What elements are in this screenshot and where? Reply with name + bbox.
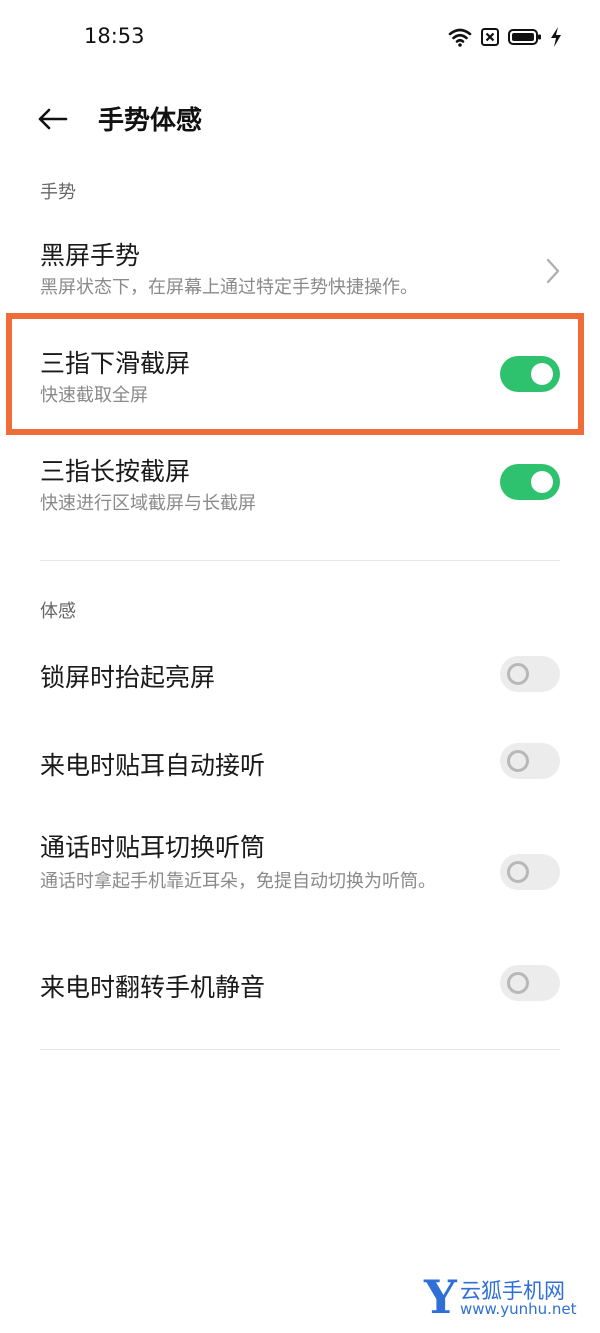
sim-off-icon bbox=[481, 28, 499, 46]
list-item-three-finger-swipe-screenshot: 三指下滑截屏 快速截取全屏 bbox=[0, 330, 600, 420]
wifi-icon bbox=[448, 28, 472, 47]
toggle-knob bbox=[531, 471, 553, 493]
toggle-flip-to-mute[interactable] bbox=[500, 965, 560, 1001]
toggle-three-finger-swipe[interactable] bbox=[500, 356, 560, 392]
row-title: 锁屏时抬起亮屏 bbox=[40, 663, 216, 692]
row-desc: 黑屏状态下，在屏幕上通过特定手势快捷操作。 bbox=[40, 277, 418, 298]
list-item-auto-answer: 来电时贴耳自动接听 bbox=[0, 726, 600, 796]
watermark-logo: Y bbox=[424, 1270, 457, 1324]
toggle-knob bbox=[507, 972, 529, 994]
toggle-knob bbox=[507, 861, 529, 883]
battery-icon bbox=[508, 29, 541, 45]
row-title: 三指长按截屏 bbox=[40, 457, 191, 486]
row-title: 来电时贴耳自动接听 bbox=[40, 751, 266, 780]
row-title: 通话时贴耳切换听筒 bbox=[40, 833, 266, 862]
divider bbox=[40, 560, 560, 561]
page-title: 手势体感 bbox=[98, 106, 203, 136]
toggle-switch-receiver[interactable] bbox=[500, 854, 560, 890]
toggle-knob bbox=[531, 363, 553, 385]
list-item-flip-to-mute: 来电时翻转手机静音 bbox=[0, 948, 600, 1018]
arrow-left-icon bbox=[38, 108, 68, 130]
divider bbox=[40, 1049, 560, 1050]
row-title: 黑屏手势 bbox=[40, 241, 141, 270]
list-item-switch-receiver: 通话时贴耳切换听筒 通话时拿起手机靠近耳朵，免提自动切换为听筒。 bbox=[0, 812, 600, 928]
toggle-three-finger-press[interactable] bbox=[500, 464, 560, 500]
section-label-gesture: 手势 bbox=[40, 182, 76, 203]
row-desc: 快速截取全屏 bbox=[40, 385, 148, 406]
row-desc: 通话时拿起手机靠近耳朵，免提自动切换为听筒。 bbox=[40, 871, 436, 892]
toggle-knob bbox=[507, 663, 529, 685]
toggle-auto-answer[interactable] bbox=[500, 743, 560, 779]
status-icons bbox=[448, 26, 562, 48]
back-button[interactable] bbox=[36, 102, 70, 136]
chevron-right-icon bbox=[546, 258, 560, 284]
list-item-three-finger-press-screenshot: 三指长按截屏 快速进行区域截屏与长截屏 bbox=[0, 438, 600, 528]
row-title: 来电时翻转手机静音 bbox=[40, 973, 266, 1002]
watermark-url: www.yunhu.net bbox=[460, 1300, 577, 1318]
toggle-knob bbox=[507, 750, 529, 772]
toggle-raise-to-wake[interactable] bbox=[500, 656, 560, 692]
row-desc: 快速进行区域截屏与长截屏 bbox=[40, 493, 256, 514]
list-item-screen-off-gestures[interactable]: 黑屏手势 黑屏状态下，在屏幕上通过特定手势快捷操作。 bbox=[0, 222, 600, 308]
charging-bolt-icon bbox=[551, 27, 561, 47]
list-item-raise-to-wake: 锁屏时抬起亮屏 bbox=[0, 640, 600, 710]
status-time: 18:53 bbox=[84, 24, 145, 48]
row-title: 三指下滑截屏 bbox=[40, 349, 191, 378]
section-label-motion: 体感 bbox=[40, 601, 76, 622]
